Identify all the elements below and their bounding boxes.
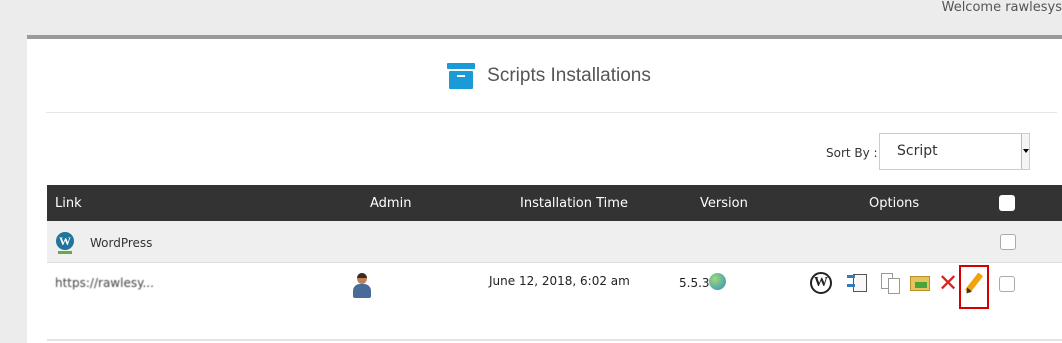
column-options: Options xyxy=(869,196,920,211)
left-background xyxy=(0,0,27,343)
table-row: https://rawlesy... June 12, 2018, 6:02 a… xyxy=(47,263,1062,341)
wordpress-logo-icon: W xyxy=(56,232,74,250)
installation-link[interactable]: https://rawlesy... xyxy=(55,276,154,290)
column-link: Link xyxy=(55,196,82,211)
wordpress-manage-icon[interactable]: W xyxy=(810,272,832,294)
globe-icon xyxy=(709,273,726,290)
section-divider xyxy=(46,112,1057,113)
dropdown-arrow-icon[interactable] xyxy=(1021,134,1029,169)
script-version: 5.5.3 xyxy=(679,276,710,290)
column-admin: Admin xyxy=(370,196,412,211)
archive-box-icon xyxy=(447,63,476,89)
sort-by-label: Sort By : xyxy=(826,146,878,160)
row-select-checkbox[interactable] xyxy=(999,276,1015,292)
welcome-text: Welcome rawlesys xyxy=(941,0,1062,15)
group-select-checkbox[interactable] xyxy=(1000,234,1016,250)
table-header: Link Admin Installation Time Version Opt… xyxy=(47,185,1062,221)
installation-time: June 12, 2018, 6:02 am xyxy=(489,274,630,288)
column-installation-time: Installation Time xyxy=(520,196,628,211)
column-version: Version xyxy=(700,196,748,211)
remove-icon[interactable]: ✕ xyxy=(937,271,959,295)
wordpress-logo-base xyxy=(58,251,72,254)
migrate-icon[interactable] xyxy=(909,272,931,294)
sort-by-value: Script xyxy=(897,143,938,159)
script-group-name: WordPress xyxy=(90,236,153,250)
script-group-row: W WordPress xyxy=(47,221,1062,263)
installations-panel: Scripts Installations Sort By : Script L… xyxy=(27,35,1062,343)
page-title: Scripts Installations xyxy=(487,65,651,86)
sort-by-select[interactable]: Script xyxy=(879,133,1030,170)
backup-icon[interactable] xyxy=(847,272,869,294)
edit-icon[interactable] xyxy=(962,272,984,296)
select-all-checkbox[interactable] xyxy=(999,195,1015,211)
admin-user-icon[interactable] xyxy=(353,273,371,299)
clone-icon[interactable] xyxy=(880,272,902,294)
page-title-row: Scripts Installations xyxy=(27,63,1062,97)
